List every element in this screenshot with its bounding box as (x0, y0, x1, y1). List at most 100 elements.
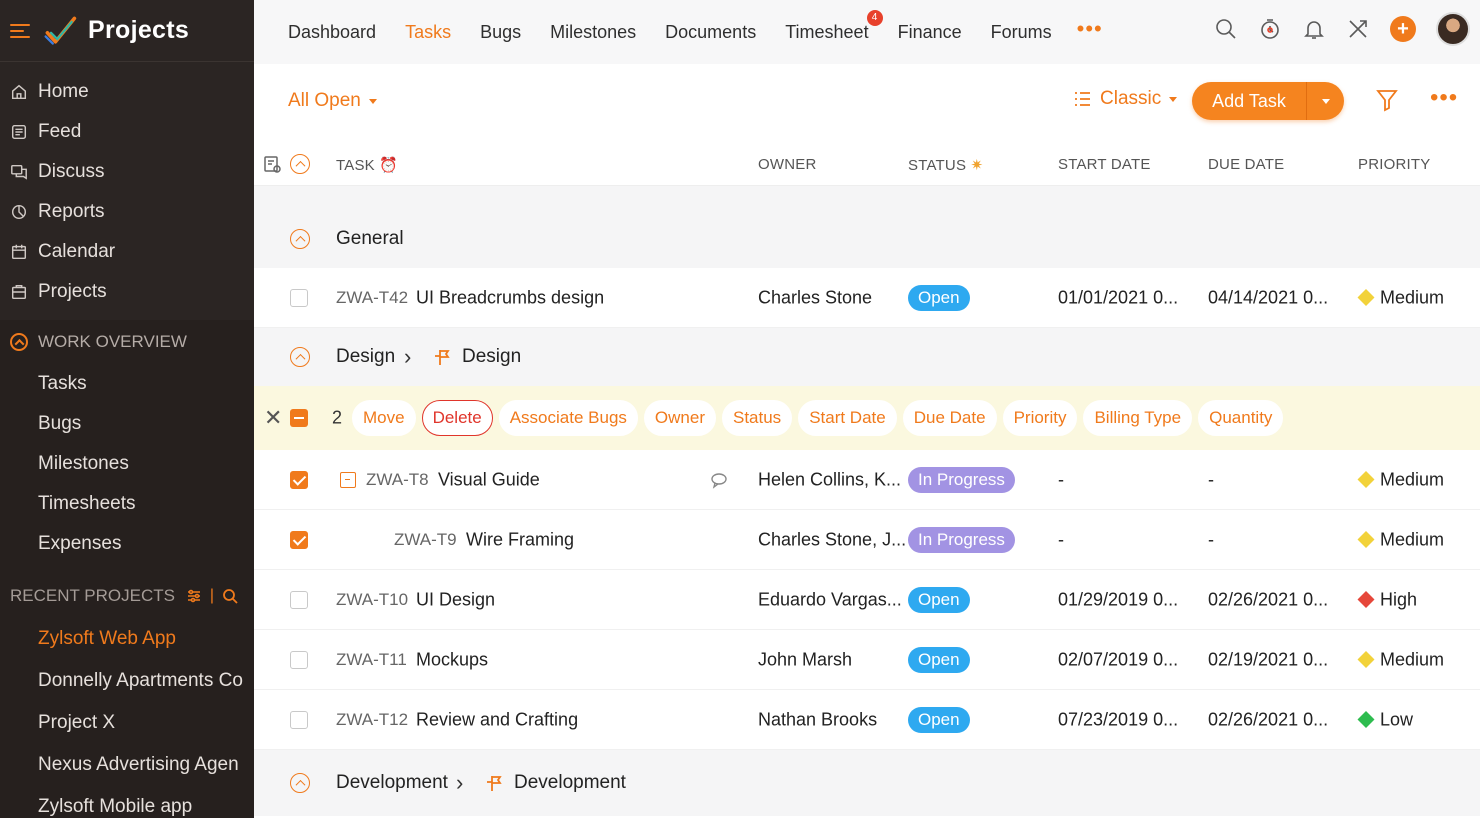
add-task-options-button[interactable] (1306, 82, 1344, 120)
priority[interactable]: Medium (1357, 469, 1444, 490)
close-icon[interactable]: ✕ (264, 405, 282, 431)
due-date[interactable]: - (1208, 469, 1214, 490)
status-button[interactable]: Status (721, 400, 793, 436)
group-row-design[interactable]: Design › Design (254, 328, 1480, 386)
row-checkbox[interactable] (290, 288, 308, 307)
quick-add-button[interactable]: + (1390, 16, 1416, 42)
bell-icon[interactable] (1302, 17, 1326, 41)
start-date-button[interactable]: Start Date (798, 400, 897, 436)
view-filter-dropdown[interactable]: All Open (288, 90, 377, 112)
start-date[interactable]: - (1058, 469, 1064, 490)
tab-milestones[interactable]: Milestones (550, 22, 636, 43)
row-checkbox[interactable] (290, 530, 308, 549)
table-row[interactable]: ZWA-T10 UI Design Eduardo Vargas... Open… (254, 570, 1480, 630)
tab-tasks[interactable]: Tasks (405, 22, 451, 43)
add-task-button[interactable]: Add Task (1192, 82, 1344, 120)
start-date[interactable]: 02/07/2019 0... (1058, 649, 1178, 670)
table-row[interactable]: ZWA-T9 Wire Framing Charles Stone, J... … (254, 510, 1480, 570)
task-name[interactable]: UI Design (416, 589, 495, 610)
layout-dropdown[interactable]: Classic (1072, 88, 1178, 110)
table-row[interactable]: ZWA-T8 Visual Guide Helen Collins, K... … (254, 450, 1480, 510)
export-icon[interactable] (262, 154, 282, 174)
priority[interactable]: Medium (1357, 529, 1444, 550)
sidebar-item-tasks[interactable]: Tasks (0, 364, 254, 404)
due-date[interactable]: 02/19/2021 0... (1208, 649, 1328, 670)
col-status[interactable]: STATUS ✷ (908, 156, 983, 174)
priority[interactable]: Medium (1357, 287, 1444, 308)
avatar[interactable] (1436, 12, 1470, 46)
sidebar-item-feed[interactable]: Feed (0, 112, 254, 152)
sidebar-item-discuss[interactable]: Discuss (0, 152, 254, 192)
recent-project-item[interactable]: Zylsoft Web App (0, 618, 254, 660)
collapse-group-icon[interactable] (290, 347, 310, 367)
due-date[interactable]: 04/14/2021 0... (1208, 287, 1328, 308)
start-date[interactable]: 07/23/2019 0... (1058, 709, 1178, 730)
due-date[interactable]: 02/26/2021 0... (1208, 589, 1328, 610)
table-row[interactable]: ZWA-T42 UI Breadcrumbs design Charles St… (254, 268, 1480, 328)
status-badge[interactable]: Open (908, 586, 970, 613)
search-icon[interactable] (222, 588, 238, 604)
task-owner[interactable]: John Marsh (758, 649, 852, 670)
task-owner[interactable]: Eduardo Vargas... (758, 589, 902, 610)
sidebar-item-timesheets[interactable]: Timesheets (0, 484, 254, 524)
collapse-all-icon[interactable] (290, 154, 310, 174)
sidebar-item-projects[interactable]: Projects (0, 272, 254, 312)
move-button[interactable]: Move (352, 400, 416, 436)
collapse-group-icon[interactable] (290, 773, 310, 793)
status-badge[interactable]: Open (908, 284, 970, 311)
col-owner[interactable]: OWNER (758, 156, 817, 173)
tab-documents[interactable]: Documents (665, 22, 756, 43)
task-owner[interactable]: Nathan Brooks (758, 709, 877, 730)
quantity-button[interactable]: Quantity (1198, 400, 1284, 436)
col-start-date[interactable]: START DATE (1058, 156, 1151, 173)
start-date[interactable]: - (1058, 529, 1064, 550)
owner-button[interactable]: Owner (643, 400, 716, 436)
status-badge[interactable]: In Progress (908, 526, 1015, 553)
task-owner[interactable]: Charles Stone (758, 287, 872, 308)
status-badge[interactable]: In Progress (908, 466, 1015, 493)
group-row-development[interactable]: Development › Development (254, 750, 1480, 816)
priority-button[interactable]: Priority (1002, 400, 1078, 436)
table-row[interactable]: ZWA-T11 Mockups John Marsh Open 02/07/20… (254, 630, 1480, 690)
col-task[interactable]: TASK ⏰ (336, 156, 398, 174)
row-checkbox[interactable] (290, 710, 308, 729)
row-checkbox[interactable] (290, 590, 308, 609)
row-checkbox[interactable] (290, 650, 308, 669)
table-row[interactable]: ZWA-T12 Review and Crafting Nathan Brook… (254, 690, 1480, 750)
filter-sliders-icon[interactable] (186, 588, 202, 604)
task-name[interactable]: Visual Guide (438, 469, 540, 490)
priority[interactable]: Low (1357, 709, 1413, 730)
tools-icon[interactable] (1346, 17, 1370, 41)
due-date[interactable]: 02/26/2021 0... (1208, 709, 1328, 730)
associate-bugs-button[interactable]: Associate Bugs (498, 400, 638, 436)
priority[interactable]: High (1357, 589, 1417, 610)
filter-button[interactable] (1376, 88, 1398, 117)
delete-button[interactable]: Delete (421, 400, 493, 436)
priority[interactable]: Medium (1357, 649, 1444, 670)
collapse-group-icon[interactable] (290, 229, 310, 249)
more-tabs-button[interactable]: ••• (1077, 16, 1103, 42)
due-date-button[interactable]: Due Date (902, 400, 997, 436)
recent-project-item[interactable]: Donnelly Apartments Co (0, 660, 254, 702)
col-due-date[interactable]: DUE DATE (1208, 156, 1284, 173)
expand-subtasks-icon[interactable] (340, 471, 356, 488)
select-all-checkbox[interactable] (290, 409, 308, 427)
tab-forums[interactable]: Forums (991, 22, 1052, 43)
recent-project-item[interactable]: Project X (0, 702, 254, 744)
due-date[interactable]: - (1208, 529, 1214, 550)
sidebar-item-home[interactable]: Home (0, 72, 254, 112)
sidebar-item-expenses[interactable]: Expenses (0, 524, 254, 564)
milestone-name[interactable]: Development (514, 772, 626, 794)
billing-type-button[interactable]: Billing Type (1083, 400, 1193, 436)
tab-dashboard[interactable]: Dashboard (288, 22, 376, 43)
task-owner[interactable]: Charles Stone, J... (758, 529, 906, 550)
task-name[interactable]: Mockups (416, 649, 488, 670)
sidebar-item-reports[interactable]: Reports (0, 192, 254, 232)
task-name[interactable]: Review and Crafting (416, 709, 578, 730)
row-checkbox[interactable] (290, 470, 308, 489)
task-owner[interactable]: Helen Collins, K... (758, 469, 901, 490)
hamburger-menu-icon[interactable] (10, 23, 30, 38)
more-options-button[interactable]: ••• (1430, 84, 1458, 112)
tab-finance[interactable]: Finance (898, 22, 962, 43)
start-date[interactable]: 01/29/2019 0... (1058, 589, 1178, 610)
